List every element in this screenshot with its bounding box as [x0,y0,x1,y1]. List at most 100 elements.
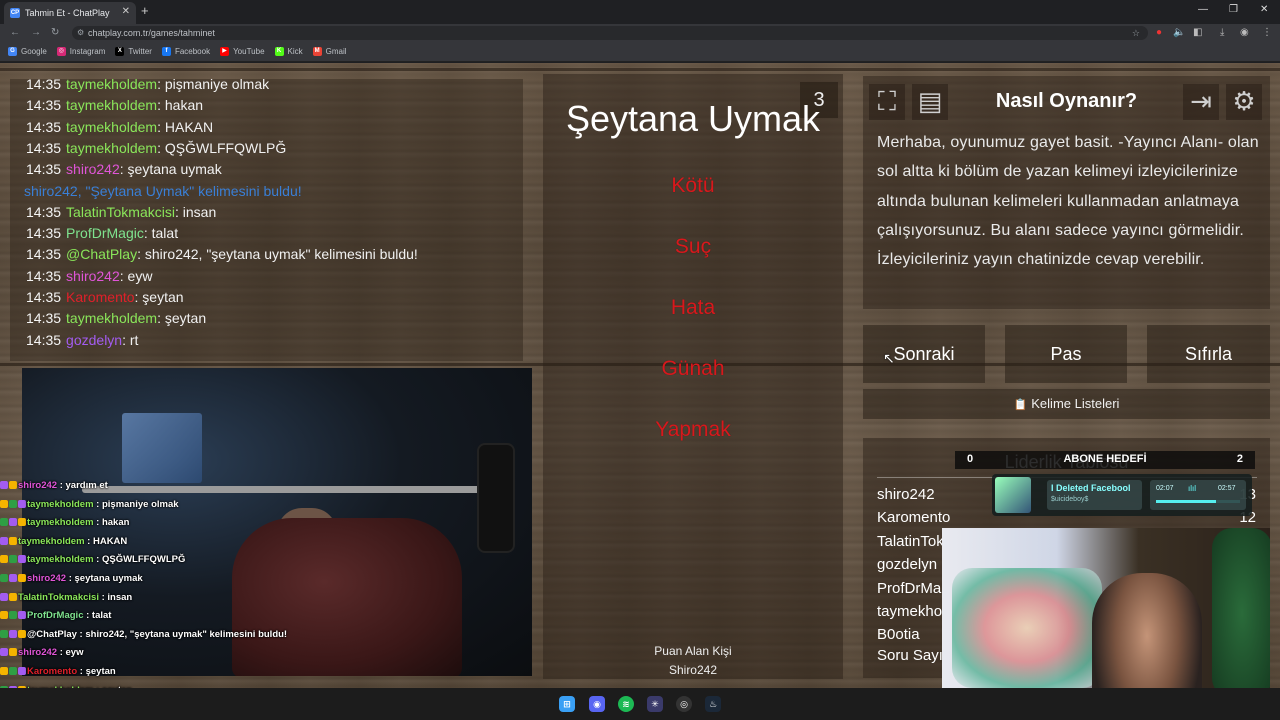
word-lists-button[interactable]: 📋 Kelime Listeleri [863,389,1270,419]
taboo-word: Hata [670,296,716,319]
chat-badge-icon [0,574,8,582]
how-to-play-panel: ⛶ ▤ Nasıl Oynanır? ⇥ ⚙ Merhaba, oyunumuz… [863,76,1270,309]
new-tab-icon[interactable]: + [141,3,149,18]
bookmark-label: Twitter [128,47,152,56]
browser-tab-bar: CP Tahmin Et - ChatPlay ✕ + — ❐ ✕ [0,0,1280,24]
reset-button[interactable]: Sıfırla [1147,325,1270,383]
chat-badge-icon [0,555,8,564]
maximize-icon[interactable]: ❐ [1229,4,1238,15]
chrome-icon[interactable]: ◎ [676,696,692,712]
bookmark-gmail[interactable]: M Gmail [312,47,347,56]
chat-time: 14:35 [26,289,62,305]
chat-badge-icon [9,611,17,620]
overlay-chat-message: shiro242 : yardım et [0,480,108,491]
url-text: chatplay.com.tr/games/tahminet [88,28,215,38]
chat-message: 14:35 taymekholdem: QŞĞWLFFQWLPĞ [26,140,286,156]
url-field[interactable]: ⚙ chatplay.com.tr/games/tahminet ☆ [72,26,1148,40]
extensions-puzzle-icon[interactable]: ◧ [1193,27,1202,38]
chat-username: shiro242 [66,267,120,284]
mouse-cursor-icon: ↖ [883,350,895,366]
overlay-username: ProfDrMagic [27,610,84,622]
minimize-icon[interactable]: — [1198,4,1208,15]
windows-start-icon[interactable]: ⊞ [559,696,575,712]
browser-tab[interactable]: CP Tahmin Et - ChatPlay ✕ [4,2,136,24]
overlay-username: shiro242 [18,480,58,491]
chat-time: 14:35 [26,310,62,327]
chat-time: 14:35 [26,267,62,284]
site-info-icon[interactable]: ⚙ [77,26,84,40]
song-artist: $uicideboy$ [1051,496,1089,503]
chat-text: : şeytan [157,310,207,327]
overlay-username: taymekholdem [27,498,94,510]
overlay-text: : pişmaniye olmak [93,498,179,510]
overlay-text: : QŞĞWLFFQWLPĞ [93,554,186,566]
bookmark-facebook[interactable]: f Facebook [161,47,210,56]
chat-badge-icon [0,667,8,675]
spotify-icon[interactable]: ≋ [618,696,634,712]
chat-username: taymekholdem [66,118,158,135]
back-icon[interactable]: ← [10,27,20,38]
steam-icon[interactable]: ♨ [705,696,721,712]
chat-text: : insan [174,203,217,220]
discord-icon[interactable]: ◉ [589,696,605,712]
extension-icon[interactable]: ● [1156,27,1162,38]
bookmark-instagram[interactable]: ◎ Instagram [56,47,106,56]
chat-badge-icon [18,499,26,508]
kick-icon: K [274,47,284,56]
overlay-text: : HAKAN [84,535,128,547]
song-progress-fill [1156,500,1217,503]
bookmark-twitter[interactable]: X Twitter [115,47,152,56]
youtube-icon: ▶ [220,47,230,56]
close-tab-icon[interactable]: ✕ [122,6,130,17]
close-window-icon[interactable]: ✕ [1260,4,1268,15]
chat-text: : shiro242, "şeytana uymak" kelimesini b… [137,246,418,263]
weight-plate-shape [477,443,515,553]
pass-button[interactable]: Pas [1005,325,1127,383]
chat-text: : şeytan [134,289,184,305]
chat-time: 14:35 [26,79,62,92]
leaderboard-name: ProfDrMa [877,579,942,597]
tab-title: Tahmin Et - ChatPlay [25,8,110,18]
time-total: 02:57 [1218,485,1236,492]
overlay-username: taymekholdem [27,517,94,529]
bookmark-youtube[interactable]: ▶ YouTube [220,47,265,56]
menu-kebab-icon[interactable]: ⋮ [1262,27,1272,38]
chat-text: : eyw [119,267,153,284]
download-icon[interactable]: ⤓ [1220,27,1224,38]
gear-icon[interactable]: ⚙ [1226,84,1262,120]
bookmark-label: Instagram [69,47,106,56]
taboo-word: Kötü [671,174,715,197]
facebook-icon: f [161,47,171,56]
chat-badge-icon [18,555,26,564]
chat-badge-icon [0,648,8,657]
sub-goal-target: 2 [1236,453,1243,465]
overlay-chat-message: taymekholdem : hakan [0,517,129,528]
monitor-shape [122,413,202,483]
leaderboard-name: taymekho [877,603,943,620]
forward-icon[interactable]: → [31,27,41,38]
chat-badge-icon [0,611,8,620]
chat-time: 14:35 [26,203,62,220]
logout-icon[interactable]: ⇥ [1183,84,1219,120]
volume-icon[interactable]: 🔈 [1173,27,1185,38]
google-icon: G [8,47,17,56]
chat-message: 14:35 shiro242: eyw [26,268,152,284]
chat-message: 14:35 ProfDrMagic: talat [26,225,178,241]
chat-badge-icon [9,518,17,527]
chat-badge-icon [9,574,17,582]
next-button[interactable]: Sonraki [863,325,985,383]
sub-goal-overlay: 0 ABONE HEDEFİ 2 [955,451,1255,469]
overlay-chat-message: taymekholdem : HAKAN [0,536,127,547]
bookmark-star-icon[interactable]: ☆ [1132,26,1140,40]
app-icon[interactable]: ✳ [647,696,663,712]
overlay-username: taymekholdem [18,535,85,547]
chat-badge-icon [0,536,8,545]
overlay-chat-message: ProfDrMagic : talat [0,610,111,621]
reload-icon[interactable]: ↻ [51,27,59,38]
profile-icon[interactable]: ◉ [1240,27,1249,38]
bookmark-google[interactable]: G Google [8,47,47,56]
bookmark-kick[interactable]: K Kick [274,47,303,56]
taboo-word: Günah [661,357,725,380]
chat-time: 14:35 [26,118,62,135]
christmas-tree [1212,528,1270,688]
